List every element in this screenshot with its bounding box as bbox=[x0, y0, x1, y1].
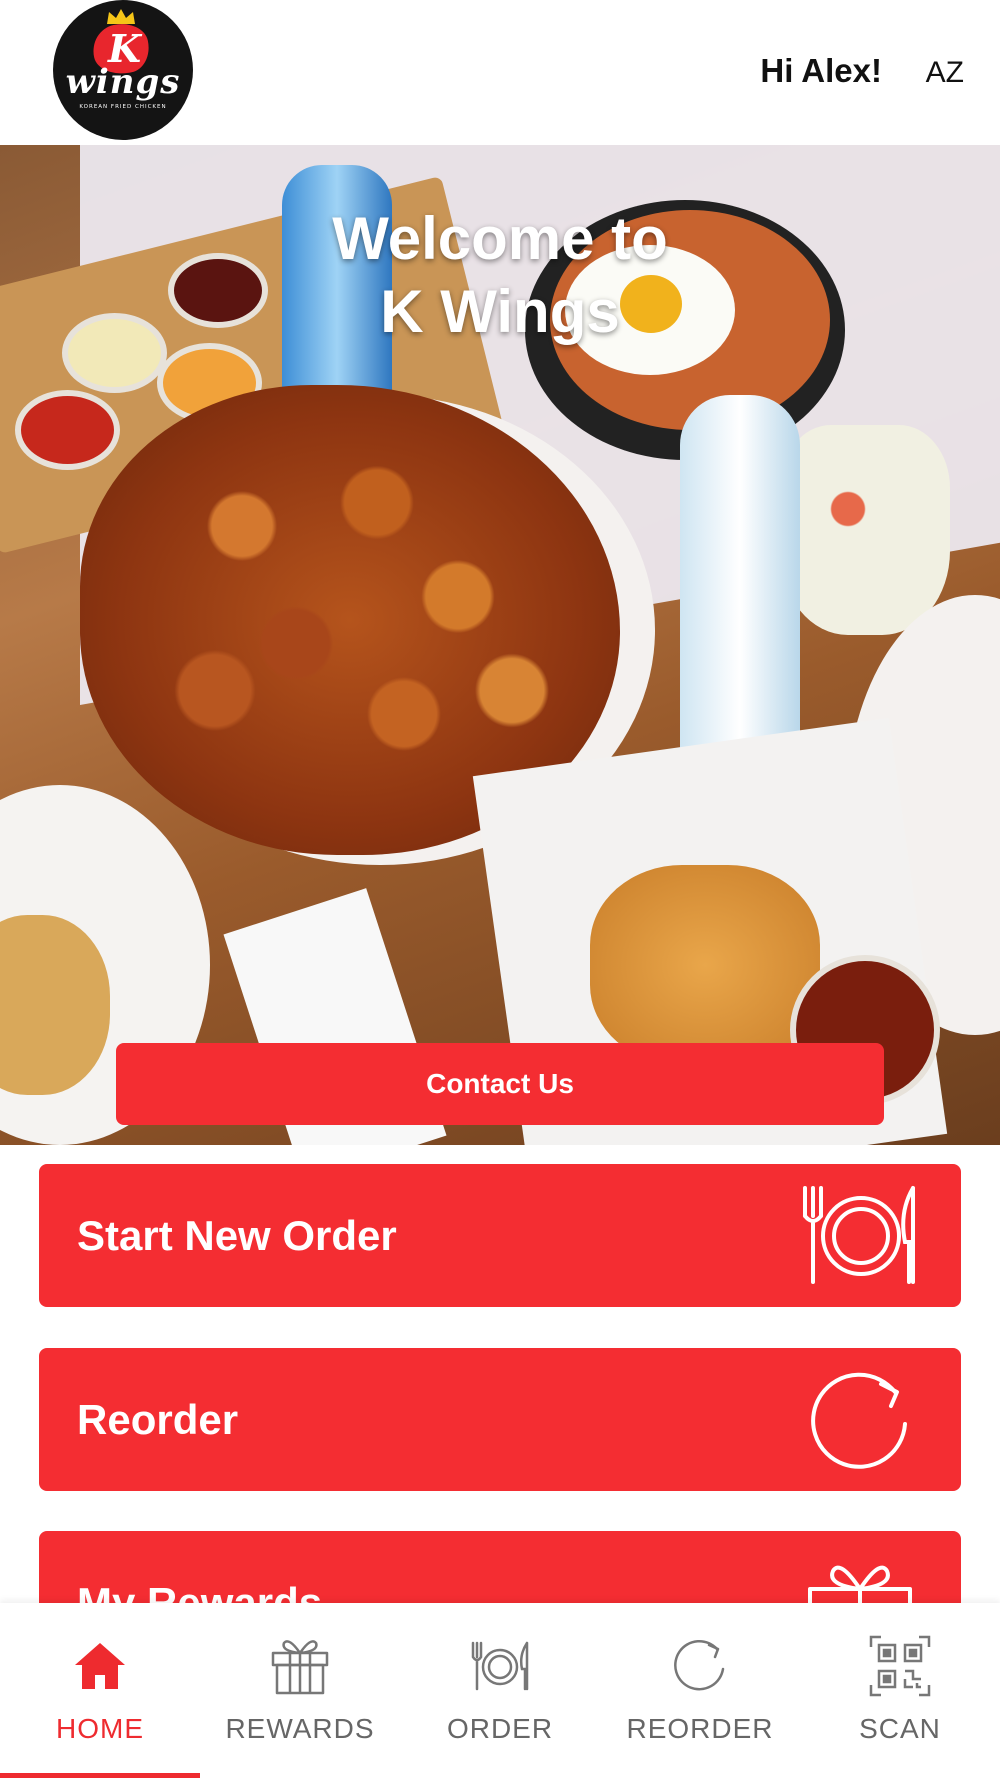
contact-us-button[interactable]: Contact Us bbox=[116, 1043, 884, 1125]
hero-photo-salad bbox=[780, 425, 950, 635]
logo-tagline: KOREAN FRIED CHICKEN bbox=[79, 104, 167, 110]
welcome-title: Welcome to K Wings bbox=[0, 202, 1000, 348]
tab-scan-label: SCAN bbox=[859, 1713, 941, 1744]
user-initials[interactable]: AZ bbox=[926, 56, 964, 90]
tab-order[interactable]: ORDER bbox=[400, 1603, 600, 1778]
reorder-button[interactable]: Reorder bbox=[39, 1348, 961, 1491]
active-tab-indicator bbox=[0, 1773, 200, 1778]
app-header: K wings KOREAN FRIED CHICKEN Hi Alex! AZ bbox=[0, 0, 1000, 145]
tab-home[interactable]: HOME bbox=[0, 1603, 200, 1778]
gift-icon bbox=[271, 1640, 329, 1695]
start-new-order-button[interactable]: Start New Order bbox=[39, 1164, 961, 1307]
refresh-icon bbox=[811, 1372, 907, 1469]
bottom-tab-bar: HOME REWARDS ORDER REORDER SCAN bbox=[0, 1603, 1000, 1778]
k-wings-logo[interactable]: K wings KOREAN FRIED CHICKEN bbox=[53, 0, 193, 140]
tab-scan[interactable]: SCAN bbox=[800, 1603, 1000, 1778]
welcome-title-line2: K Wings bbox=[380, 278, 620, 345]
tab-rewards-label: REWARDS bbox=[225, 1713, 375, 1744]
refresh-icon bbox=[674, 1639, 725, 1691]
tab-home-label: HOME bbox=[56, 1713, 144, 1744]
home-icon bbox=[75, 1643, 125, 1689]
hero-photo-sauce-cup bbox=[15, 390, 120, 470]
greeting-text: Hi Alex! bbox=[760, 52, 882, 89]
tab-reorder[interactable]: REORDER bbox=[600, 1603, 800, 1778]
qr-code-icon bbox=[869, 1635, 931, 1697]
reorder-label: Reorder bbox=[77, 1395, 239, 1443]
hero-photo-dumplings bbox=[590, 865, 820, 1065]
welcome-title-line1: Welcome to bbox=[332, 205, 668, 272]
plate-fork-knife-icon bbox=[471, 1641, 529, 1691]
logo-wordmark: wings bbox=[65, 62, 181, 102]
hero-banner: Welcome to K Wings Contact Us bbox=[0, 145, 1000, 1145]
tab-order-label: ORDER bbox=[446, 1713, 554, 1744]
start-new-order-label: Start New Order bbox=[77, 1211, 397, 1259]
tab-reorder-label: REORDER bbox=[626, 1713, 774, 1744]
plate-fork-knife-icon bbox=[803, 1186, 915, 1284]
tab-rewards[interactable]: REWARDS bbox=[200, 1603, 400, 1778]
